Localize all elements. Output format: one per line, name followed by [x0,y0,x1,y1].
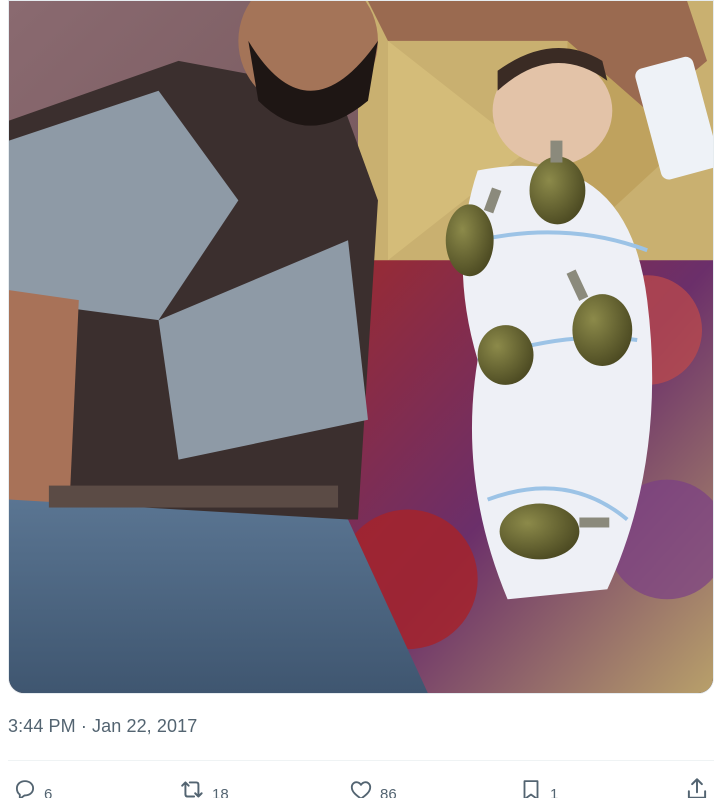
bookmark-icon [523,779,539,798]
tweet-photo[interactable] [8,0,714,694]
tweet-action-bar: 6 18 86 1 [0,776,722,798]
photo-illustration [9,1,713,693]
retweet-button[interactable]: 18 [180,776,229,798]
reply-count: 6 [44,786,53,798]
tweet-detail: 3:44 PM · Jan 22, 2017 6 18 86 1 [0,0,722,798]
retweet-count: 18 [212,786,229,798]
reply-icon [15,779,35,798]
retweet-icon [181,780,203,797]
heart-icon [350,780,372,798]
tweet-timestamp[interactable]: 3:44 PM · Jan 22, 2017 [8,716,197,737]
like-button[interactable]: 86 [348,776,397,798]
bookmark-count: 1 [550,786,559,798]
like-count: 86 [380,786,397,798]
divider [8,760,714,761]
reply-button[interactable]: 6 [12,776,52,798]
bookmark-button[interactable]: 1 [518,776,558,798]
share-icon [687,778,707,798]
share-button[interactable] [684,776,710,798]
